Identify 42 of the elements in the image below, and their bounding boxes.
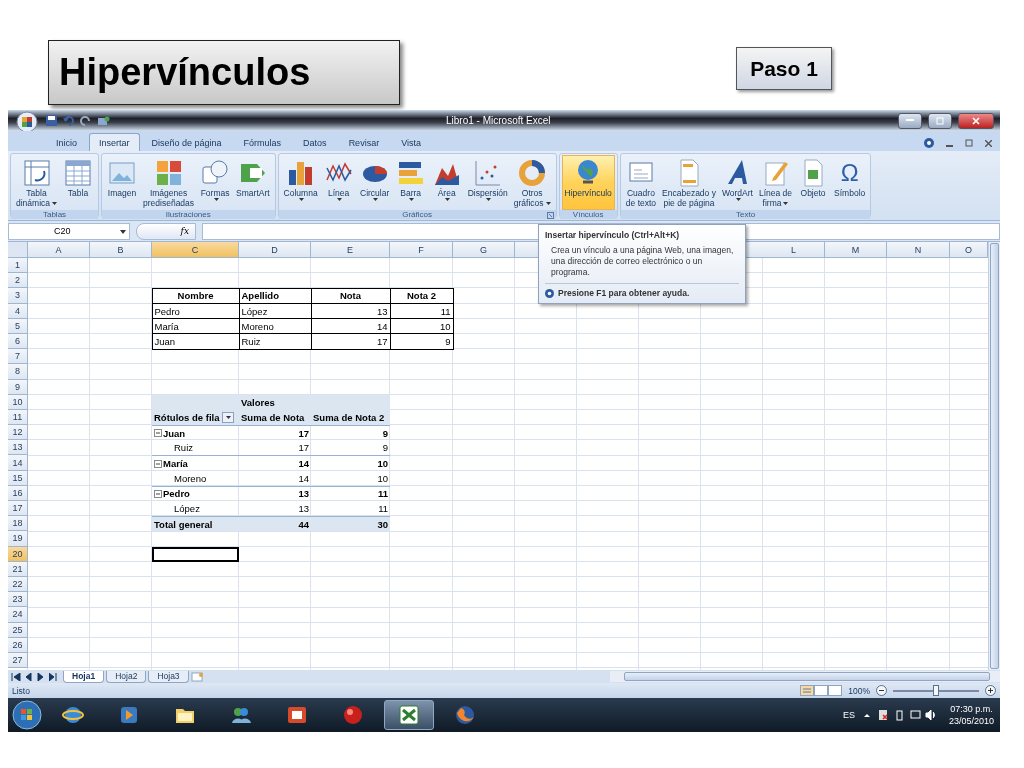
group-label: Texto — [735, 210, 756, 219]
table-cell: 9 — [389, 333, 454, 350]
window-title: Libro1 - Microsoft Excel — [446, 115, 551, 126]
pivot-total: 30 — [311, 516, 390, 532]
pivot-cell: Moreno — [174, 472, 207, 484]
pivot-cell: Juan — [163, 427, 186, 439]
pivot-cell: 14 — [298, 472, 309, 484]
tooltip-help: Presione F1 para obtener ayuda. — [558, 288, 690, 298]
slide-title: Hipervínculos — [48, 40, 400, 105]
group-label: Ilustraciones — [165, 210, 211, 219]
tooltip-text: Crea un vínculo a una página Web, una imagen, una dirección de correo electrónico o un programa. — [550, 245, 735, 278]
group-label: Vínculos — [572, 210, 604, 219]
pivot-cell: 13 — [239, 485, 311, 501]
zoom-level: 100% — [848, 685, 870, 696]
table-cell: Ruiz — [238, 333, 312, 350]
pivot-cell: María — [163, 458, 188, 470]
pivot-cell: Ruiz — [174, 442, 193, 454]
pivot-cell: Pedro — [163, 488, 190, 500]
status-text: Listo — [12, 685, 30, 696]
pivot-cell: 17 — [298, 442, 309, 454]
table-cell: María — [151, 318, 240, 335]
pivot-cell: 17 — [239, 425, 311, 441]
pivot-cell: 11 — [311, 485, 390, 501]
group-label: Tablas — [42, 210, 67, 219]
group-label: Gráficos — [402, 210, 432, 219]
pivot-total: Total general — [152, 516, 239, 532]
pivot-cell: 13 — [298, 503, 309, 515]
pivot-cell: 14 — [239, 455, 311, 471]
step-label: Paso 1 — [736, 47, 832, 90]
pivot-heading: Rótulos de fila — [154, 411, 220, 423]
pivot-cell: 10 — [377, 472, 388, 484]
pivot-cell: 9 — [382, 442, 388, 454]
pivot-cell: 9 — [311, 425, 390, 441]
pivot-cell: 11 — [378, 503, 388, 515]
pivot-cell: 10 — [311, 455, 390, 471]
table-cell: 17 — [310, 333, 391, 350]
pivot-heading: Valores — [239, 394, 311, 410]
tooltip-title: Insertar hipervínculo (Ctrl+Alt+K) — [545, 230, 681, 240]
table-cell: Juan — [151, 333, 240, 350]
pivot-total: 44 — [239, 516, 311, 532]
table-cell: Pedro — [151, 303, 240, 320]
pivot-cell: López — [174, 503, 200, 515]
